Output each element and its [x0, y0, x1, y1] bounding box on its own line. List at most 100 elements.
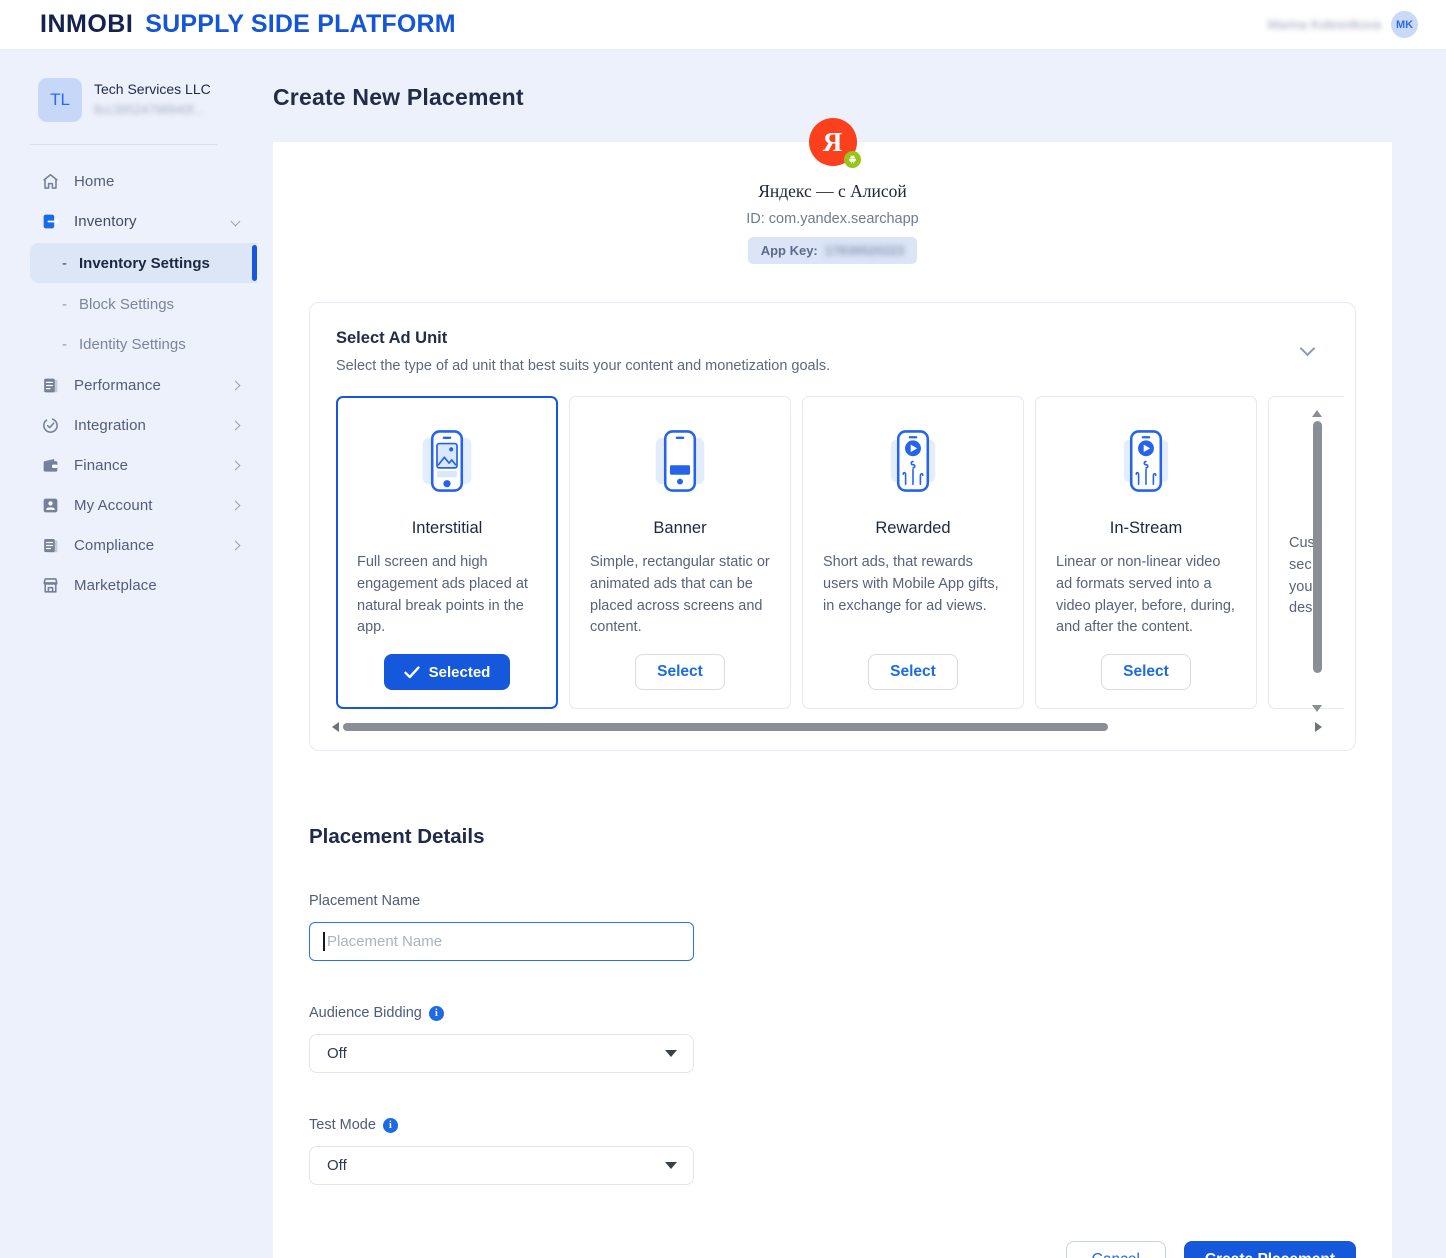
user-name: Marina Kolesnikova [1268, 17, 1381, 32]
inventory-icon [40, 211, 60, 231]
vertical-scrollbar[interactable] [1311, 410, 1323, 712]
storefront-icon [40, 575, 60, 595]
placement-card: Я Яндекс — с Алисой ID: com.yandex.searc… [273, 142, 1392, 1258]
sidebar-item-label: Marketplace [74, 577, 157, 594]
ad-card-in-stream[interactable]: In-Stream Linear or non-linear video ad … [1035, 396, 1257, 709]
user-avatar[interactable]: MK [1391, 11, 1418, 38]
ad-card-title: Interstitial [357, 519, 537, 538]
test-mode-value: Off [327, 1157, 347, 1174]
compliance-icon [40, 535, 60, 555]
ad-unit-title: Select Ad Unit [336, 329, 1329, 348]
info-icon[interactable]: i [429, 1006, 444, 1021]
selected-indicator-bar [252, 245, 257, 281]
sidebar-item-compliance[interactable]: Compliance [0, 525, 257, 565]
account-avatar: TL [38, 78, 82, 122]
form-actions: Cancel Create Placement [273, 1241, 1392, 1258]
horizontal-scroll-track[interactable] [343, 722, 1311, 732]
ad-card-rewarded[interactable]: Rewarded Short ads, that rewards users w… [802, 396, 1024, 709]
scroll-down-arrow[interactable] [1312, 705, 1322, 712]
horizontal-scrollbar[interactable] [332, 720, 1322, 734]
banner-icon [590, 413, 770, 509]
account-name: Tech Services LLC [94, 78, 211, 97]
sidebar-nav: Home Inventory - Inventory Settings - Bl… [0, 161, 257, 605]
brand-inmobi: INMOBI [40, 10, 133, 39]
dash-bullet: - [62, 336, 67, 353]
create-placement-button[interactable]: Create Placement [1184, 1241, 1356, 1258]
ad-card-description: Simple, rectangular static or animated a… [590, 552, 770, 639]
select-ad-unit-section: Select Ad Unit Select the type of ad uni… [309, 302, 1356, 751]
interstitial-icon [357, 413, 537, 509]
select-button[interactable]: Select [868, 654, 958, 690]
sidebar-item-integration[interactable]: Integration [0, 405, 257, 445]
ad-card-banner[interactable]: Banner Simple, rectangular static or ani… [569, 396, 791, 709]
sidebar-item-inventory-settings[interactable]: - Inventory Settings [30, 243, 257, 283]
horizontal-scrollbar-thumb[interactable] [343, 723, 1108, 731]
sidebar-item-label: Block Settings [79, 296, 174, 313]
placement-name-label: Placement Name [309, 893, 1356, 909]
test-mode-select[interactable]: Off [309, 1146, 694, 1185]
app-bundle-id: ID: com.yandex.searchapp [746, 211, 918, 227]
chevron-down-icon [231, 216, 241, 226]
sidebar-divider [30, 144, 217, 145]
sidebar-item-label: Home [74, 173, 114, 190]
app-header: Я Яндекс — с Алисой ID: com.yandex.searc… [273, 142, 1392, 264]
chevron-right-icon [231, 540, 241, 550]
in-stream-icon [1056, 413, 1236, 509]
vertical-scrollbar-thumb[interactable] [1313, 421, 1322, 673]
performance-icon [40, 375, 60, 395]
sidebar: TL Tech Services LLC 8cc39524798940f... … [0, 50, 257, 1258]
selected-button[interactable]: Selected [384, 654, 511, 690]
ad-card-partial[interactable]: Cus sec you des [1268, 396, 1344, 709]
sidebar-item-label: Inventory [74, 213, 137, 230]
chevron-right-icon [231, 380, 241, 390]
scroll-left-arrow[interactable] [332, 722, 339, 732]
select-button[interactable]: Select [635, 654, 725, 690]
sidebar-item-label: Performance [74, 377, 161, 394]
app-key-value: 17839520223 [825, 243, 905, 258]
sidebar-item-identity-settings[interactable]: - Identity Settings [0, 325, 257, 363]
user-menu[interactable]: Marina Kolesnikova MK [1268, 11, 1418, 38]
account-id: 8cc39524798940f... [94, 103, 211, 117]
scroll-up-arrow[interactable] [1312, 410, 1322, 417]
cancel-button[interactable]: Cancel [1066, 1241, 1166, 1258]
ad-card-title: Banner [590, 519, 770, 538]
sidebar-item-my-account[interactable]: My Account [0, 485, 257, 525]
chevron-right-icon [231, 500, 241, 510]
yandex-app-icon: Я [809, 118, 857, 166]
scroll-right-arrow[interactable] [1315, 722, 1322, 732]
app-key-pill: App Key: 17839520223 [748, 237, 918, 264]
finance-icon [40, 455, 60, 475]
chevron-right-icon [231, 420, 241, 430]
dropdown-caret-icon [665, 1050, 677, 1057]
placement-details-section: Placement Details Placement Name Audienc… [273, 825, 1392, 1185]
main-content: Create New Placement Я Яндекс — с Алисой… [257, 50, 1446, 1258]
sidebar-item-marketplace[interactable]: Marketplace [0, 565, 257, 605]
sidebar-item-label: Identity Settings [79, 336, 186, 353]
sidebar-item-label: My Account [74, 497, 153, 514]
integration-icon [40, 415, 60, 435]
sidebar-item-label: Finance [74, 457, 128, 474]
ad-card-title: In-Stream [1056, 519, 1236, 538]
sidebar-item-block-settings[interactable]: - Block Settings [0, 285, 257, 323]
person-icon [40, 495, 60, 515]
top-bar: INMOBI SUPPLY SIDE PLATFORM Marina Koles… [0, 0, 1446, 50]
android-badge-icon [844, 151, 861, 168]
info-icon[interactable]: i [383, 1118, 398, 1133]
sidebar-item-finance[interactable]: Finance [0, 445, 257, 485]
ad-card-description: Short ads, that rewards users with Mobil… [823, 552, 1003, 617]
placement-name-input[interactable] [309, 922, 694, 961]
ad-card-interstitial[interactable]: Interstitial Full screen and high engage… [336, 396, 558, 709]
ad-unit-subtitle: Select the type of ad unit that best sui… [336, 358, 1329, 374]
sidebar-item-performance[interactable]: Performance [0, 365, 257, 405]
dropdown-caret-icon [665, 1162, 677, 1169]
sidebar-item-home[interactable]: Home [0, 161, 257, 201]
select-button[interactable]: Select [1101, 654, 1191, 690]
sidebar-item-inventory[interactable]: Inventory [0, 201, 257, 241]
text-cursor [323, 932, 325, 951]
ad-card-description: Full screen and high engagement ads plac… [357, 552, 537, 639]
app-key-label: App Key: [761, 243, 818, 258]
audience-bidding-select[interactable]: Off [309, 1034, 694, 1073]
account-card[interactable]: TL Tech Services LLC 8cc39524798940f... [0, 78, 257, 122]
sidebar-item-label: Inventory Settings [79, 255, 210, 272]
brand-product: SUPPLY SIDE PLATFORM [145, 10, 456, 39]
